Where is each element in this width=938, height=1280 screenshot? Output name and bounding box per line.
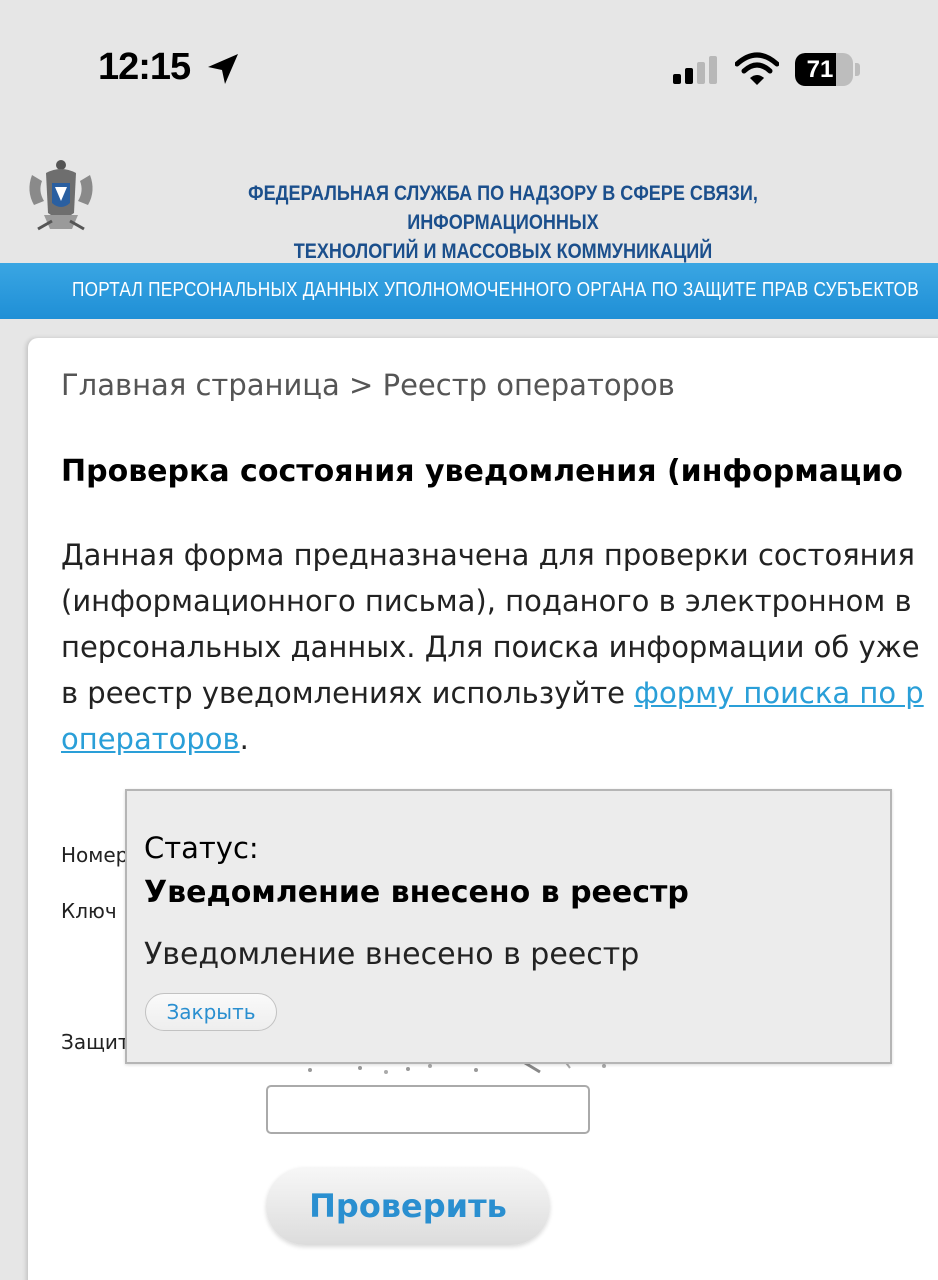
description-line: персональных данных. Для поиска информац… — [61, 630, 920, 664]
protection-code-label: Защит — [61, 1030, 130, 1054]
double-headed-eagle-emblem-icon[interactable] — [24, 157, 98, 237]
description-text: в реестр уведомлениях используйте — [61, 676, 635, 710]
description-line: операторов. — [61, 716, 938, 762]
portal-banner-text: ПОРТАЛ ПЕРСОНАЛЬНЫХ ДАННЫХ УПОЛНОМОЧЕННО… — [72, 279, 920, 301]
wifi-icon — [735, 52, 779, 85]
description-line: Данная форма предназначена для проверки … — [61, 538, 915, 572]
operator-search-link-continued[interactable]: операторов — [61, 722, 240, 756]
location-arrow-icon — [208, 54, 238, 84]
captcha-code-input[interactable] — [266, 1085, 590, 1134]
status-time: 12:15 — [98, 46, 191, 88]
agency-title-line2: ТЕХНОЛОГИЙ И МАССОВЫХ КОММУНИКАЦИЙ — [293, 240, 713, 263]
key-label: Ключ — [61, 899, 117, 923]
battery-icon: 71 — [795, 53, 853, 86]
breadcrumb-home[interactable]: Главная страница — [61, 368, 340, 402]
breadcrumb-current[interactable]: Реестр операторов — [383, 368, 675, 402]
popup-message: Уведомление внесено в реестр — [144, 937, 640, 972]
description-line: в реестр уведомлениях используйте форму … — [61, 670, 938, 716]
site-header: ФЕДЕРАЛЬНАЯ СЛУЖБА ПО НАДЗОРУ В СФЕРЕ СВ… — [0, 135, 938, 263]
breadcrumb: Главная страница > Реестр операторов — [61, 368, 675, 402]
popup-status-value: Уведомление внесено в реестр — [144, 875, 689, 910]
battery-nub — [855, 63, 860, 76]
form-description: Данная форма предназначена для проверки … — [61, 532, 938, 762]
agency-title-line1: ФЕДЕРАЛЬНАЯ СЛУЖБА ПО НАДЗОРУ В СФЕРЕ СВ… — [248, 182, 758, 234]
description-period: . — [239, 722, 249, 756]
number-label: Номер — [61, 843, 129, 867]
portal-banner[interactable]: ПОРТАЛ ПЕРСОНАЛЬНЫХ ДАННЫХ УПОЛНОМОЧЕННО… — [0, 263, 938, 319]
status-bar: 12:15 71 — [0, 0, 938, 135]
breadcrumb-separator: > — [349, 368, 374, 402]
description-line: (информационного письма), поданого в эле… — [61, 584, 912, 618]
cellular-signal-icon — [673, 56, 717, 84]
battery-percent: 71 — [806, 56, 834, 83]
agency-title: ФЕДЕРАЛЬНАЯ СЛУЖБА ПО НАДЗОРУ В СФЕРЕ СВ… — [172, 179, 834, 266]
check-button[interactable]: Проверить — [266, 1167, 550, 1245]
popup-status-label: Статус: — [144, 831, 259, 865]
status-popup: Статус: Уведомление внесено в реестр Уве… — [125, 789, 892, 1064]
close-button[interactable]: Закрыть — [145, 993, 277, 1031]
operator-search-link[interactable]: форму поиска по р — [634, 676, 924, 710]
page-title: Проверка состояния уведомления (информац… — [61, 454, 903, 489]
